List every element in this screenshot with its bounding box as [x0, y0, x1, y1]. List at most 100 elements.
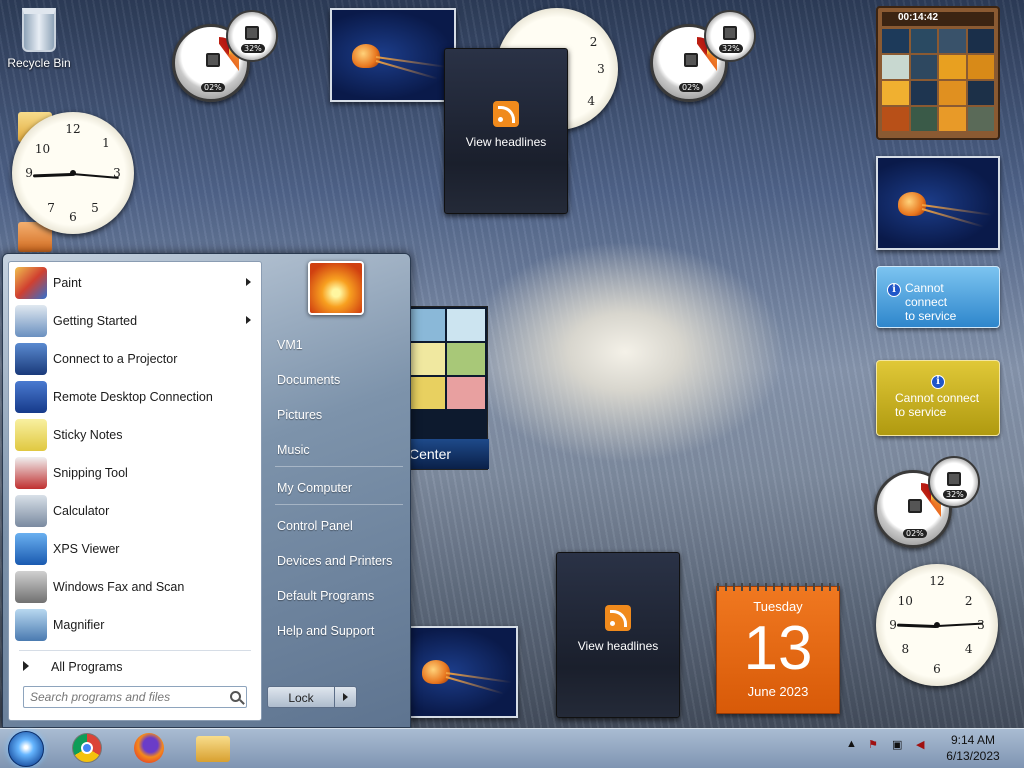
- program-item[interactable]: Magnifier: [15, 608, 261, 642]
- chip-icon: [684, 53, 698, 67]
- program-label: Paint: [53, 276, 82, 290]
- start-button[interactable]: [8, 731, 44, 767]
- chrome-icon[interactable]: [72, 733, 102, 763]
- program-item[interactable]: Calculator: [15, 494, 261, 528]
- calendar-gadget[interactable]: Tuesday 13 June 2023: [716, 583, 840, 714]
- fax-scan-icon: [15, 571, 47, 603]
- program-label: Calculator: [53, 504, 110, 518]
- paint-icon: [15, 267, 47, 299]
- projector-icon: [15, 343, 47, 375]
- program-label: Getting Started: [53, 314, 138, 328]
- info-icon: i: [887, 283, 901, 297]
- memory-gauge: 32%: [928, 456, 980, 508]
- weather-message-line2: to service: [905, 309, 957, 323]
- feed-headlines-gadget[interactable]: View headlines: [444, 48, 568, 214]
- start-link-default-programs[interactable]: Default Programs: [277, 589, 374, 603]
- firefox-icon[interactable]: [134, 733, 164, 763]
- clock-date: 6/13/2023: [946, 749, 1000, 763]
- shutdown-options-arrow-icon[interactable]: [334, 687, 356, 707]
- recycle-bin-icon: [22, 8, 56, 52]
- media-center-label: Center: [405, 439, 489, 469]
- program-label: Windows Fax and Scan: [53, 580, 185, 594]
- remote-desktop-icon: [15, 381, 47, 413]
- rss-icon: [493, 101, 519, 127]
- puzzle-timer: 00:14:42: [882, 12, 994, 26]
- puzzle-grid[interactable]: [882, 29, 994, 131]
- action-center-icon[interactable]: ⚑: [868, 738, 878, 751]
- program-item[interactable]: Sticky Notes: [15, 418, 261, 452]
- program-item[interactable]: Getting Started: [15, 304, 261, 338]
- start-link-help-and-support[interactable]: Help and Support: [277, 624, 374, 638]
- view-headlines-link[interactable]: View headlines: [445, 135, 567, 149]
- magnifier-icon: [15, 609, 47, 641]
- start-search-input[interactable]: Search programs and files: [23, 686, 247, 708]
- memory-icon: [723, 26, 737, 40]
- program-label: Connect to a Projector: [53, 352, 178, 366]
- start-link-documents[interactable]: Documents: [277, 373, 340, 387]
- start-link-my-computer[interactable]: My Computer: [277, 481, 352, 495]
- cpu-meter-gadget[interactable]: 02% 32%: [874, 456, 984, 556]
- slideshow-gadget[interactable]: [404, 626, 518, 718]
- chip-icon: [206, 53, 220, 67]
- user-avatar[interactable]: [308, 261, 364, 315]
- program-item[interactable]: Connect to a Projector: [15, 342, 261, 376]
- cpu-percent: 02%: [201, 83, 225, 92]
- cpu-percent: 02%: [903, 529, 927, 538]
- slideshow-gadget[interactable]: [876, 156, 1000, 250]
- program-item[interactable]: Snipping Tool: [15, 456, 261, 490]
- slideshow-gadget[interactable]: [330, 8, 456, 102]
- cpu-meter-gadget[interactable]: 02% 32%: [650, 10, 760, 110]
- memory-gauge: 32%: [704, 10, 756, 62]
- lock-button[interactable]: Lock: [267, 686, 357, 708]
- start-link-pictures[interactable]: Pictures: [277, 408, 322, 422]
- xps-viewer-icon: [15, 533, 47, 565]
- submenu-arrow-icon[interactable]: [246, 316, 251, 324]
- memory-icon: [947, 472, 961, 486]
- start-link-devices-and-printers[interactable]: Devices and Printers: [277, 554, 392, 568]
- volume-muted-icon[interactable]: ◀: [916, 738, 924, 751]
- program-label: XPS Viewer: [53, 542, 120, 556]
- taskbar-clock[interactable]: 9:14 AM 6/13/2023: [940, 732, 1006, 764]
- media-center-gadget[interactable]: Center: [404, 306, 489, 470]
- feed-headlines-gadget[interactable]: View headlines: [556, 552, 680, 718]
- calendar-day: Tuesday: [753, 599, 803, 614]
- program-label: Remote Desktop Connection: [53, 390, 213, 404]
- show-hidden-icons-icon[interactable]: ▲: [846, 738, 857, 750]
- program-item[interactable]: Paint: [15, 266, 261, 300]
- calendar-month: June 2023: [747, 684, 809, 699]
- clock-time: 9:14 AM: [950, 733, 996, 747]
- start-link-music[interactable]: Music: [277, 443, 310, 457]
- separator: [275, 466, 403, 467]
- weather-gadget[interactable]: i Cannot connect to service: [876, 266, 1000, 328]
- memory-percent: 32%: [241, 44, 265, 53]
- program-item[interactable]: Remote Desktop Connection: [15, 380, 261, 414]
- picture-puzzle-gadget[interactable]: 00:14:42: [876, 6, 1000, 140]
- all-programs-button[interactable]: All Programs: [23, 660, 123, 674]
- weather-gadget[interactable]: i Cannot connect to service: [876, 360, 1000, 436]
- submenu-arrow-icon[interactable]: [246, 278, 251, 286]
- memory-percent: 32%: [719, 44, 743, 53]
- minute-hand: [72, 173, 119, 180]
- weather-message-line1: Cannot connect: [895, 391, 980, 405]
- recycle-bin-desktop-icon[interactable]: Recycle Bin: [6, 6, 72, 70]
- clock-gadget[interactable]: 12 1 3 6 9 10 7 5: [12, 112, 134, 234]
- cpu-percent: 02%: [679, 83, 703, 92]
- program-item[interactable]: Windows Fax and Scan: [15, 570, 261, 604]
- cpu-meter-gadget[interactable]: 02% 32%: [172, 10, 282, 110]
- memory-icon: [245, 26, 259, 40]
- clock-gadget[interactable]: 12 3 6 9 10 2 8 4: [876, 564, 998, 686]
- lock-label: Lock: [288, 691, 314, 705]
- program-item[interactable]: XPS Viewer: [15, 532, 261, 566]
- rss-icon: [605, 605, 631, 631]
- search-icon[interactable]: [230, 691, 241, 702]
- start-link-control-panel[interactable]: Control Panel: [277, 519, 353, 533]
- start-menu-right-pane: VM1 Documents Pictures Music My Computer Cont…: [265, 254, 410, 729]
- weather-message-line2: to service: [895, 405, 947, 419]
- hour-hand: [32, 173, 74, 178]
- start-link-vm1[interactable]: VM1: [277, 338, 303, 352]
- memory-percent: 32%: [943, 490, 967, 499]
- network-icon[interactable]: ▣: [892, 738, 902, 751]
- file-explorer-icon[interactable]: [196, 736, 230, 762]
- view-headlines-link[interactable]: View headlines: [557, 639, 679, 653]
- minute-hand: [936, 622, 983, 627]
